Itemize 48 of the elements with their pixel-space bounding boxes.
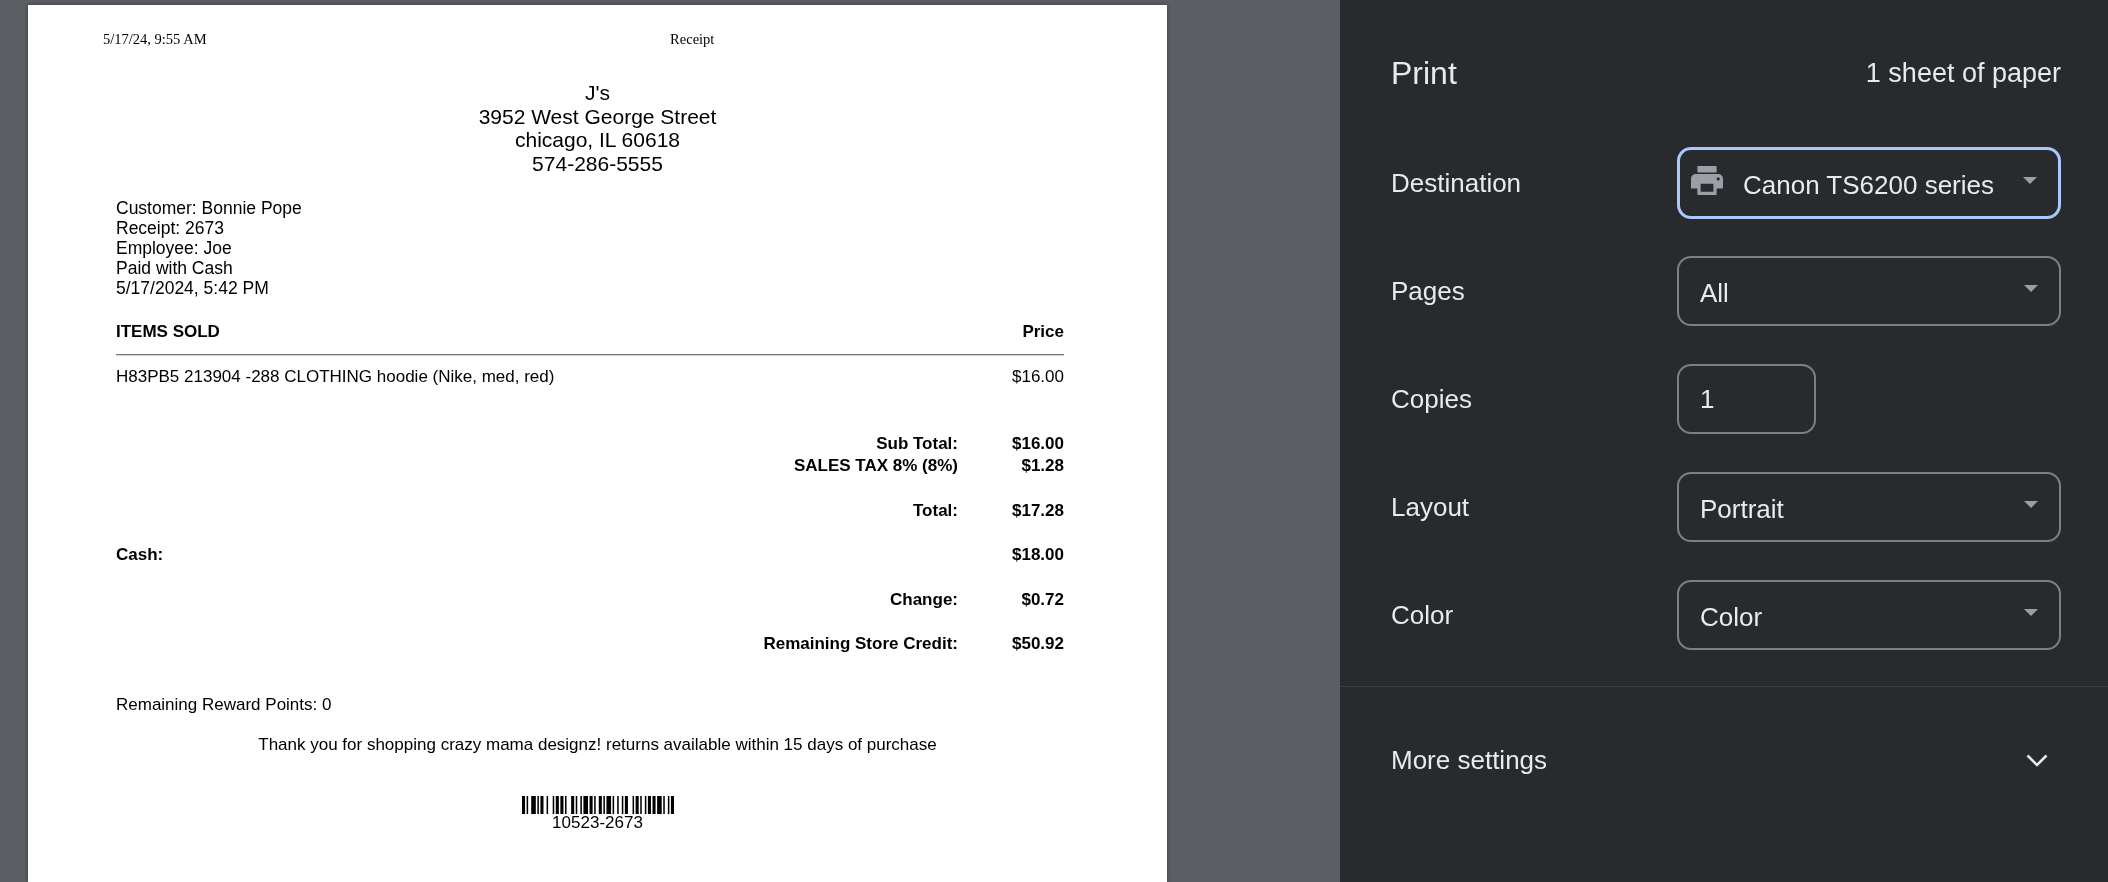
total-value: $1.28	[1021, 456, 1064, 475]
store-address-line: 3952 West George Street	[478, 104, 717, 128]
total-label: SALES TAX 8% (8%)	[793, 456, 958, 475]
dropdown[interactable]: Color	[1677, 579, 2061, 650]
setting-label: Destination	[1391, 167, 1522, 198]
document-title: Receipt	[670, 31, 715, 47]
item-price: $16.00	[1012, 367, 1064, 387]
total-label: Sub Total:	[876, 434, 958, 453]
caret-down-icon	[2024, 501, 2038, 508]
dropdown[interactable]: All	[1677, 255, 2061, 326]
total-label: Cash:	[116, 545, 164, 564]
reward-points-text: Remaining Reward Points: 0	[116, 695, 332, 714]
setting-label: Copies	[1391, 383, 1472, 414]
number-field[interactable]: 1	[1677, 363, 1816, 434]
print-date: 5/17/24, 9:55 AM	[103, 30, 207, 48]
setting-label: Pages	[1391, 275, 1465, 306]
receipt-detail-line: Customer: Bonnie Pope	[116, 198, 302, 218]
setting-label: Layout	[1391, 491, 1470, 522]
total-value: $50.92	[1012, 634, 1064, 653]
setting-label: Color	[1391, 599, 1454, 630]
caret-down-icon	[2023, 177, 2037, 184]
total-label: Total:	[913, 500, 958, 520]
total-value: $18.00	[1012, 545, 1064, 564]
sheet-count: 1 sheet of paper	[1865, 57, 2061, 90]
caret-down-icon	[2024, 609, 2038, 616]
total-value: $16.00	[1012, 434, 1064, 453]
column-header: ITEMS SOLD	[116, 322, 220, 342]
destination-dropdown[interactable]: Canon TS6200 series	[1677, 146, 2061, 219]
caret-down-icon	[2024, 285, 2038, 292]
total-value: $17.28	[1012, 500, 1064, 520]
store-phone: 574-286-5555	[532, 151, 663, 175]
panel-title: Print	[1391, 54, 1457, 93]
printer-icon	[1691, 166, 1723, 195]
dropdown[interactable]: Portrait	[1677, 471, 2061, 542]
receipt-detail-line: Paid with Cash	[116, 258, 233, 278]
total-label: Remaining Store Credit:	[763, 634, 958, 653]
store-address-line: chicago, IL 60618	[515, 128, 680, 152]
more-settings-button[interactable]: More settings	[1340, 724, 2108, 796]
store-name: J's	[585, 81, 610, 105]
barcode-number: 10523-2673	[552, 814, 643, 831]
total-label: Change:	[890, 589, 958, 609]
thank-you-message: Thank you for shopping crazy mama designz! returns available within 15 days of purchase	[258, 735, 937, 754]
receipt-detail-line: 5/17/2024, 5:42 PM	[116, 278, 269, 298]
item-description: H83PB5 213904 -288 CLOTHING hoodie (Nike, med, red)	[116, 367, 555, 387]
total-value: $0.72	[1021, 589, 1064, 609]
receipt-detail-line: Receipt: 2673	[116, 218, 224, 238]
receipt-detail-line: Employee: Joe	[116, 238, 232, 258]
column-header: Price	[1022, 322, 1064, 342]
